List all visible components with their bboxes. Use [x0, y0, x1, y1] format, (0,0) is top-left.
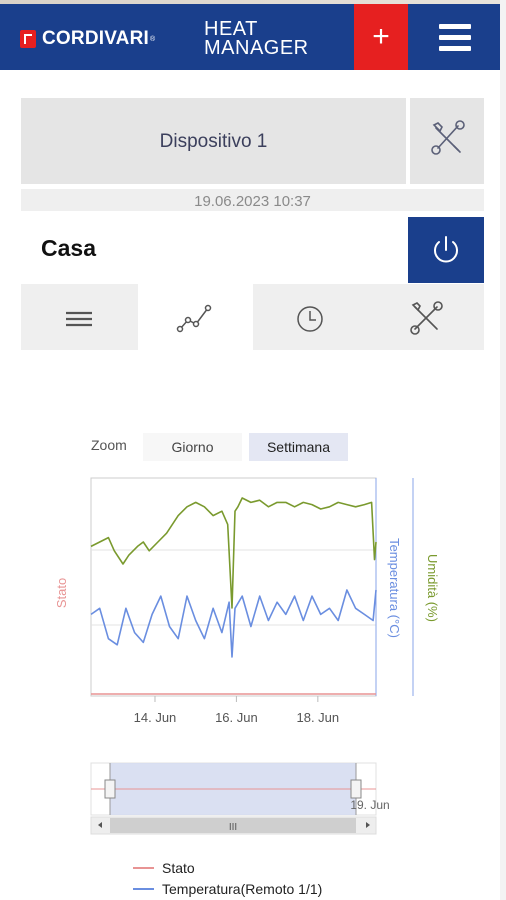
wrench-screwdriver-icon — [410, 301, 443, 335]
axis-temperature-label: Temperatura (°C) — [387, 538, 402, 638]
tab-list[interactable] — [21, 284, 136, 350]
chart-legend: Stato Temperatura(Remoto 1/1) — [133, 857, 322, 899]
power-icon — [434, 236, 458, 263]
legend-swatch — [133, 866, 154, 869]
navigator-handle-left[interactable] — [104, 779, 116, 799]
axis-humidity-label: Umidità (%) — [425, 554, 440, 622]
zoom-week-button[interactable]: Settimana — [249, 433, 348, 461]
legend-item-temperatura[interactable]: Temperatura(Remoto 1/1) — [133, 878, 322, 899]
tab-schedule[interactable] — [253, 284, 368, 350]
tab-chart[interactable] — [138, 284, 253, 350]
legend-label: Temperatura(Remoto 1/1) — [162, 880, 323, 897]
app-header: CORDIVARI ® HEAT MANAGER + — [0, 4, 506, 70]
device-datetime: 19.06.2023 10:37 — [21, 189, 484, 211]
tab-settings[interactable] — [369, 284, 484, 350]
cordivari-logo[interactable]: CORDIVARI ® — [20, 28, 155, 50]
x-tick-label: 14. Jun — [134, 710, 177, 725]
chart-navigator[interactable]: 19. Jun — [90, 762, 390, 816]
zone-name: Casa — [41, 235, 96, 261]
x-tick-label: 16. Jun — [215, 710, 258, 725]
zone-tabs — [21, 284, 484, 350]
navigator-tick: 19. Jun — [350, 798, 389, 812]
legend-label: Stato — [162, 859, 195, 876]
device-selector[interactable]: Dispositivo 1 — [21, 98, 406, 184]
navigator-handle-right[interactable] — [350, 779, 362, 799]
product-name: HEAT MANAGER — [204, 19, 309, 59]
svg-text:III: III — [229, 822, 237, 833]
zoom-day-button[interactable]: Giorno — [143, 433, 242, 461]
brand-name: CORDIVARI — [42, 28, 150, 49]
axis-left-label: Stato — [54, 578, 69, 608]
chart-scrollbar[interactable]: III — [90, 816, 377, 835]
device-settings-button[interactable] — [410, 98, 484, 184]
hamburger-icon[interactable] — [433, 24, 477, 54]
device-name: Dispositivo 1 — [159, 131, 268, 152]
zone-row: Casa — [21, 217, 484, 283]
x-tick-label: 18. Jun — [297, 710, 340, 725]
logo-mark-icon — [20, 30, 36, 48]
chart-line-icon — [176, 304, 212, 333]
history-chart[interactable]: 14. Jun 16. Jun 18. Jun Stato Temperatura … — [0, 470, 506, 850]
page-scrollbar[interactable] — [500, 0, 506, 900]
clock-icon — [297, 306, 323, 332]
legend-item-stato[interactable]: Stato — [133, 857, 322, 878]
wrench-screwdriver-icon — [431, 120, 465, 155]
list-icon — [66, 311, 92, 327]
product-line-2: MANAGER — [204, 37, 309, 59]
zoom-label: Zoom — [91, 437, 127, 453]
legend-swatch — [133, 887, 154, 890]
plot-area — [90, 477, 414, 697]
power-button[interactable] — [408, 217, 484, 283]
add-button[interactable]: + — [354, 4, 408, 70]
brand-registered-mark: ® — [150, 35, 156, 43]
